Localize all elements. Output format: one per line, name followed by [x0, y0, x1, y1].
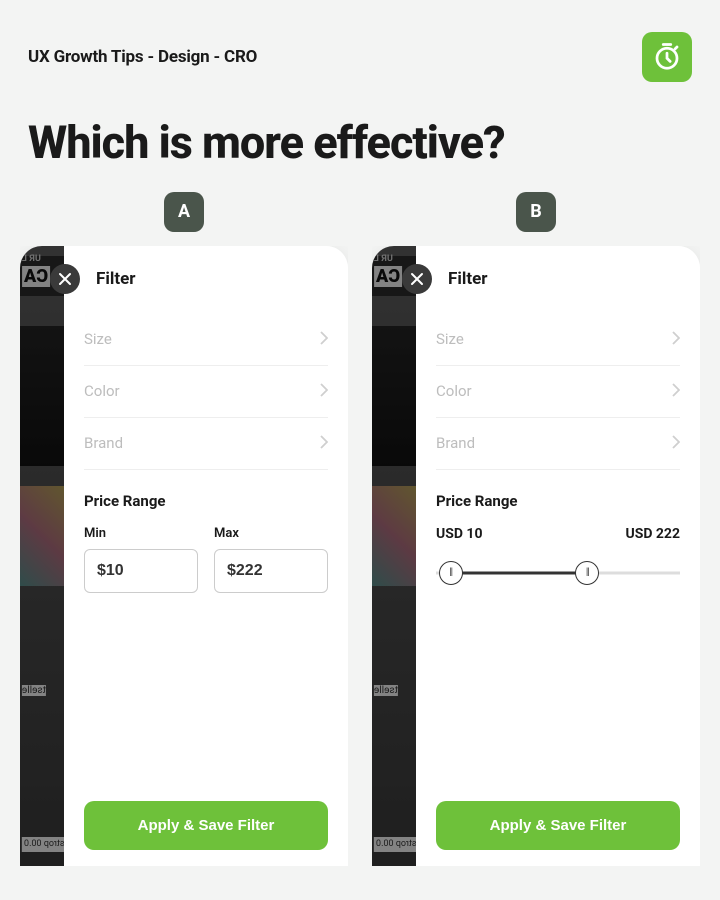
min-price-input[interactable]: [84, 549, 198, 593]
chevron-right-icon: [320, 434, 328, 453]
option-label: Color: [436, 382, 472, 400]
page-title: Which is more effective?: [0, 82, 720, 192]
background-preview: UR L CA tselle t Stoc tastrop 00.0: [20, 246, 64, 866]
filter-sheet: Filter Size Color: [416, 246, 700, 866]
price-min-max-row: Min Max: [84, 526, 328, 593]
timer-icon: [642, 32, 692, 82]
option-label: Brand: [436, 434, 475, 452]
price-range-label: Price Range: [84, 492, 328, 510]
filter-option-brand[interactable]: Brand: [436, 418, 680, 470]
variant-a-badge: A: [164, 192, 204, 232]
variant-a-phone: UR L CA tselle t Stoc tastrop 00.0 Filte…: [20, 246, 348, 866]
filter-option-size[interactable]: Size: [436, 314, 680, 366]
slider-handle-min[interactable]: ||: [439, 561, 463, 585]
comparison-row: A UR L CA tselle t Stoc tastrop 00.0: [0, 192, 720, 866]
option-label: Size: [436, 330, 464, 348]
page-header: UX Growth Tips - Design - CRO: [0, 0, 720, 82]
filter-title: Filter: [448, 269, 488, 289]
background-preview: UR L CA tselle t Stoc tastrop 00.0: [372, 246, 416, 866]
close-icon[interactable]: [50, 264, 80, 294]
slider-handle-max[interactable]: ||: [575, 561, 599, 585]
filter-title: Filter: [96, 269, 136, 289]
slider-value-labels: USD 10 USD 222: [436, 526, 680, 542]
variant-b-badge: B: [516, 192, 556, 232]
price-range-slider[interactable]: || ||: [436, 560, 680, 586]
option-label: Size: [84, 330, 112, 348]
max-price-input[interactable]: [214, 549, 328, 593]
apply-filter-button[interactable]: Apply & Save Filter: [436, 801, 680, 850]
chevron-right-icon: [320, 382, 328, 401]
max-label: Max: [214, 526, 328, 541]
variant-b-column: B UR L CA tselle t Stoc tastrop 00.0: [372, 192, 700, 866]
filter-option-color[interactable]: Color: [84, 366, 328, 418]
chevron-right-icon: [320, 330, 328, 349]
chevron-right-icon: [672, 434, 680, 453]
variant-b-phone: UR L CA tselle t Stoc tastrop 00.0 Filte…: [372, 246, 700, 866]
filter-option-size[interactable]: Size: [84, 314, 328, 366]
slider-min-value: USD 10: [436, 526, 483, 542]
price-range-label: Price Range: [436, 492, 680, 510]
filter-option-color[interactable]: Color: [436, 366, 680, 418]
close-icon[interactable]: [402, 264, 432, 294]
filter-sheet: Filter Size Color: [64, 246, 348, 866]
brand-text: UX Growth Tips - Design - CRO: [28, 47, 257, 67]
min-label: Min: [84, 526, 198, 541]
apply-filter-button[interactable]: Apply & Save Filter: [84, 801, 328, 850]
chevron-right-icon: [672, 382, 680, 401]
option-label: Color: [84, 382, 120, 400]
slider-max-value: USD 222: [625, 526, 680, 542]
option-label: Brand: [84, 434, 123, 452]
chevron-right-icon: [672, 330, 680, 349]
variant-a-column: A UR L CA tselle t Stoc tastrop 00.0: [20, 192, 348, 866]
filter-option-brand[interactable]: Brand: [84, 418, 328, 470]
